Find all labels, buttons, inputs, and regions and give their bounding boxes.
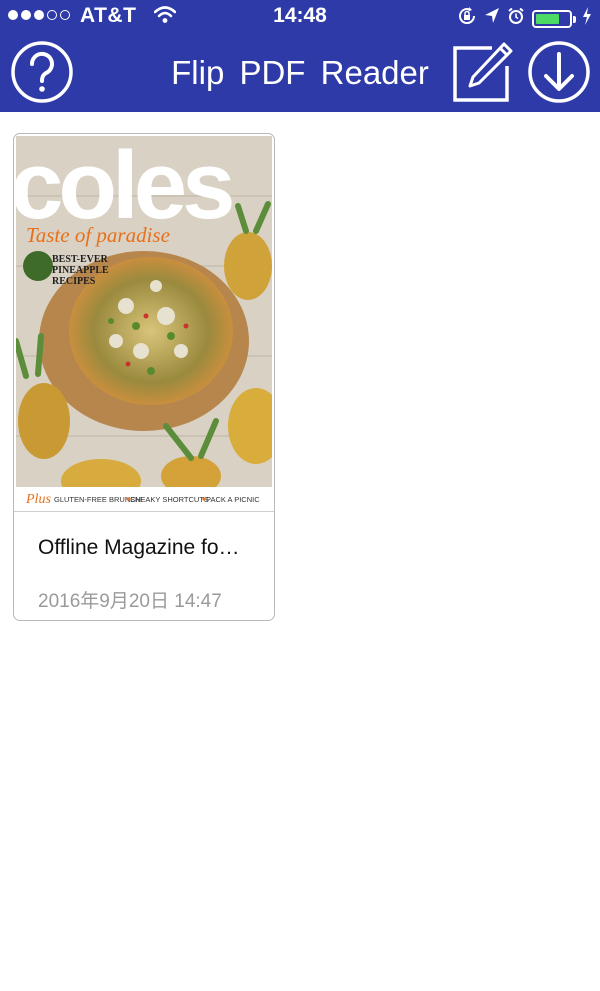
edit-icon: [453, 42, 513, 102]
location-icon: [484, 7, 500, 30]
edit-button[interactable]: [452, 42, 516, 106]
charging-icon: [582, 7, 592, 30]
cover-footer-lead: Plus: [25, 492, 51, 507]
magazine-cover-thumbnail[interactable]: coles Taste of paradise BEST-EVER PINEAP…: [16, 136, 272, 511]
rotation-lock-icon: [457, 6, 477, 31]
document-card[interactable]: coles Taste of paradise BEST-EVER PINEAP…: [13, 133, 275, 621]
document-date: 2016年9月20日 14:47: [38, 591, 222, 612]
battery-icon: [532, 9, 576, 28]
card-divider: [14, 511, 274, 512]
download-button[interactable]: [527, 40, 591, 104]
document-title: Offline Magazine fo…: [38, 536, 240, 559]
cover-footer: GLUTEN-FREE BRUNCH SNEAKY SHORTCUTS PACK…: [54, 495, 260, 504]
status-bar: AT&T 14:48: [0, 0, 600, 34]
download-icon: [528, 41, 590, 103]
alarm-icon: [507, 7, 525, 30]
cover-headline: Taste of paradise: [26, 223, 170, 247]
navigation-bar: AT&T 14:48 Flip PDF Reader: [0, 0, 600, 112]
